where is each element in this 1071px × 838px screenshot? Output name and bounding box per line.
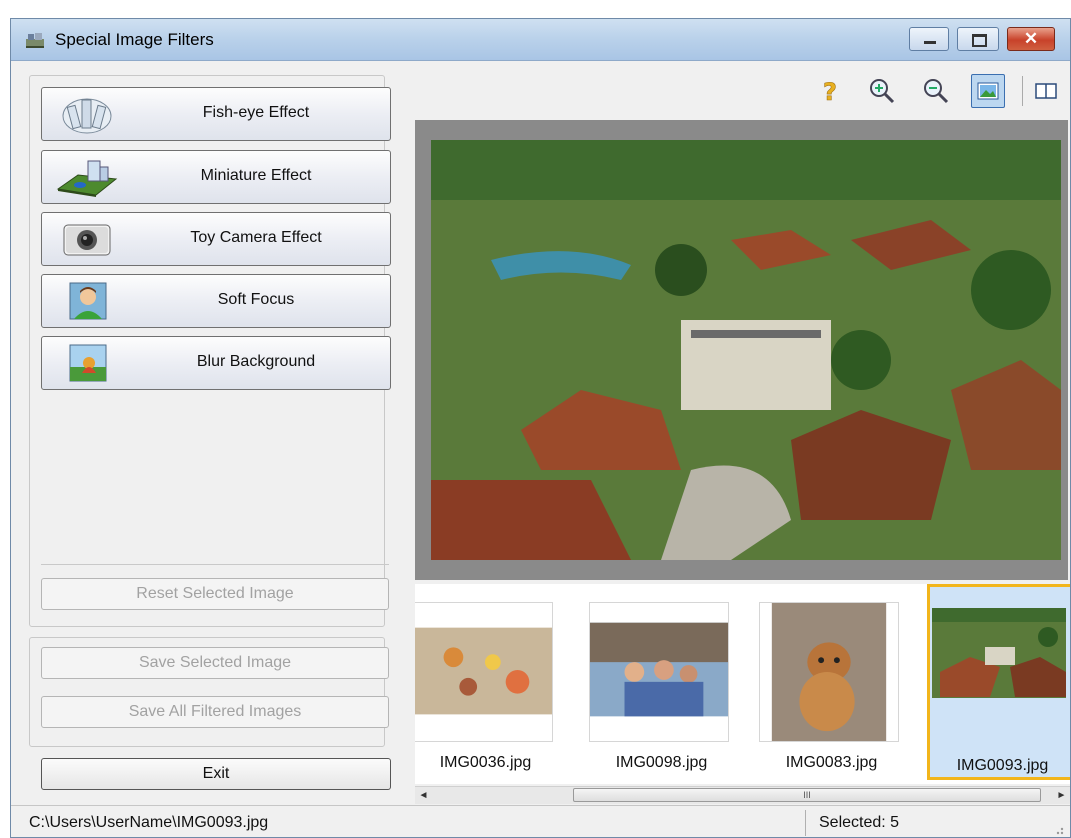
compare-view-icon <box>1035 83 1057 99</box>
app-window: Special Image Filters ✕ Fish-eye Effect … <box>10 18 1071 838</box>
status-bar: C:\Users\UserName\IMG0093.jpg Selected: … <box>11 805 1070 837</box>
thumbnail-name: IMG0036.jpg <box>439 754 532 771</box>
help-icon: ? <box>823 78 838 107</box>
window-title: Special Image Filters <box>55 30 214 49</box>
preview-image[interactable] <box>431 140 1061 560</box>
svg-text:?: ? <box>823 78 837 106</box>
thumbnail-item-selected[interactable]: IMG0093.jpg <box>927 584 1070 780</box>
thumbnail-strip: IMG0036.jpg IMG0098.jpg IMG0083.jpg IMG0… <box>415 584 1070 784</box>
scroll-right-icon[interactable]: ► <box>1053 787 1070 804</box>
thumbnail-name: IMG0083.jpg <box>785 754 878 771</box>
blur-background-button[interactable]: Blur Background <box>41 336 391 390</box>
minimize-button[interactable] <box>909 27 949 51</box>
reset-selected-image-button[interactable]: Reset Selected Image <box>41 578 389 610</box>
app-icon <box>26 33 44 48</box>
close-button[interactable]: ✕ <box>1007 27 1055 51</box>
toy-camera-label: Toy Camera Effect <box>190 229 322 246</box>
file-path-status: C:\Users\UserName\IMG0093.jpg <box>29 814 269 831</box>
fisheye-effect-button[interactable]: Fish-eye Effect <box>41 87 391 141</box>
portrait-icon <box>69 282 107 320</box>
thumbnail-item[interactable]: IMG0083.jpg <box>759 584 924 780</box>
title-bar[interactable]: Special Image Filters ✕ <box>11 19 1070 61</box>
thumbnail-item[interactable]: IMG0036.jpg <box>415 584 578 780</box>
compare-view-button[interactable] <box>1029 74 1063 108</box>
scrollbar-thumb[interactable]: III <box>573 788 1041 802</box>
soft-focus-label: Soft Focus <box>217 291 295 308</box>
thumbnail-image-town <box>930 602 1070 742</box>
maximize-button[interactable] <box>957 27 999 51</box>
save-all-filtered-images-button[interactable]: Save All Filtered Images <box>41 696 389 728</box>
miniature-label: Miniature Effect <box>200 167 312 184</box>
thumbnail-name: IMG0093.jpg <box>956 757 1049 774</box>
toolbar-separator <box>1022 76 1023 106</box>
thumbnail-scrollbar[interactable]: ◄ III ► <box>415 786 1070 804</box>
status-divider <box>805 810 806 836</box>
preview-toolbar: ? <box>415 66 1070 118</box>
zoom-out-icon <box>924 79 949 104</box>
scroll-left-icon[interactable]: ◄ <box>415 787 432 804</box>
exit-button[interactable]: Exit <box>41 758 391 790</box>
zoom-in-icon <box>870 79 895 104</box>
fisheye-label: Fish-eye Effect <box>202 104 310 121</box>
thumbnail-name: IMG0098.jpg <box>615 754 708 771</box>
preview-area <box>415 120 1068 580</box>
save-selected-image-button[interactable]: Save Selected Image <box>41 647 389 679</box>
single-view-icon <box>977 82 999 100</box>
miniature-icon <box>56 160 118 197</box>
miniature-effect-button[interactable]: Miniature Effect <box>41 150 391 204</box>
resize-grip-icon[interactable] <box>1051 822 1065 836</box>
fisheye-icon <box>62 98 112 134</box>
blur-background-label: Blur Background <box>196 353 316 370</box>
selected-count-status: Selected: 5 <box>819 814 900 831</box>
zoom-in-button[interactable] <box>865 74 899 108</box>
panel-divider <box>41 564 389 565</box>
thumbnail-image-friends <box>589 602 729 742</box>
toy-camera-effect-button[interactable]: Toy Camera Effect <box>41 212 391 266</box>
thumbnail-image-seashells <box>415 602 553 742</box>
camera-icon <box>63 224 111 256</box>
help-button[interactable]: ? <box>813 74 847 108</box>
close-icon: ✕ <box>1023 29 1039 48</box>
zoom-out-button[interactable] <box>919 74 953 108</box>
soft-focus-button[interactable]: Soft Focus <box>41 274 391 328</box>
thumbnail-image-puppy <box>759 602 899 742</box>
blur-background-icon <box>69 344 107 382</box>
single-view-button[interactable] <box>971 74 1005 108</box>
thumbnail-item[interactable]: IMG0098.jpg <box>589 584 754 780</box>
